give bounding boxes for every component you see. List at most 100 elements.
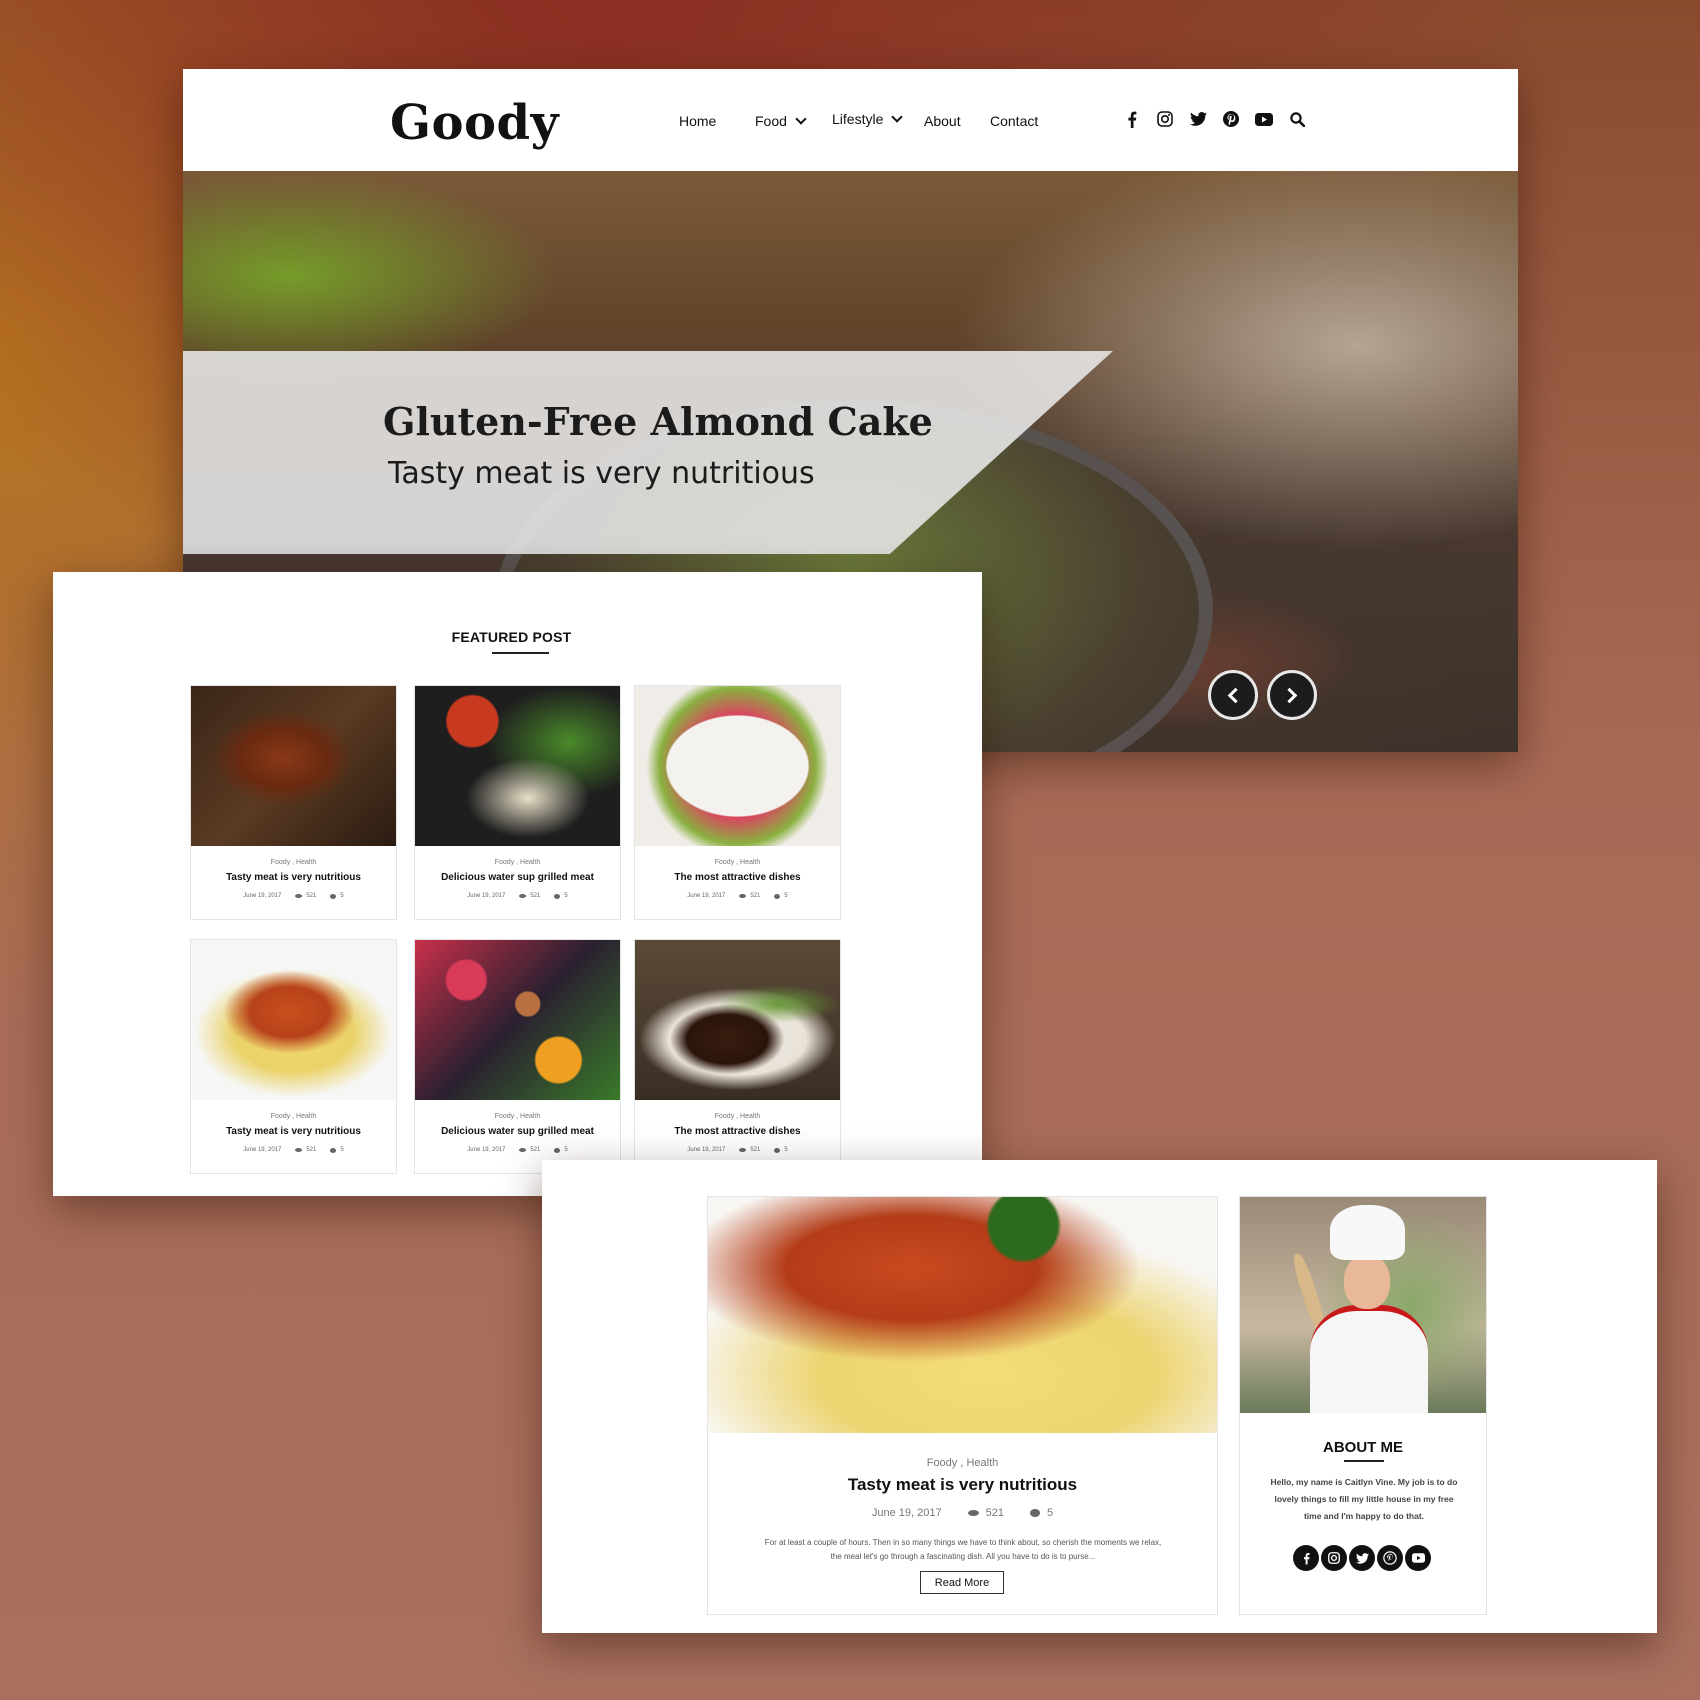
card-title[interactable]: The most attractive dishes [635,1126,840,1137]
comment-icon [554,893,561,899]
nav-item-contact[interactable]: Contact [990,113,1038,129]
comment-icon [1029,1509,1040,1517]
chef-coat-shape [1310,1305,1428,1413]
card-categories[interactable]: Foody , Health [415,1113,620,1120]
youtube-icon[interactable] [1405,1545,1431,1571]
card-categories[interactable]: Foody , Health [191,1113,396,1120]
pinterest-icon[interactable] [1377,1545,1403,1571]
card-views: 521 [530,1147,541,1153]
card-image[interactable] [635,686,840,846]
instagram-icon[interactable] [1321,1545,1347,1571]
twitter-icon[interactable] [1189,110,1207,128]
card-meta: June 19, 2017 521 5 [191,893,396,899]
twitter-icon[interactable] [1349,1545,1375,1571]
card-title[interactable]: The most attractive dishes [635,872,840,883]
post-comments: 5 [1046,1507,1054,1519]
nav-label: Home [679,113,717,129]
featured-card[interactable]: Foody , Health Delicious water sup grill… [414,939,621,1174]
card-date: June 19, 2017 [687,1147,726,1153]
card-views: 521 [750,893,761,899]
featured-card[interactable]: Foody , Health The most attractive dishe… [634,939,841,1174]
post-excerpt: For at least a couple of hours. Then in … [764,1538,1162,1561]
featured-card[interactable]: Foody , Health Tasty meat is very nutrit… [190,939,397,1174]
card-title[interactable]: Tasty meat is very nutritious [191,872,396,883]
nav-item-lifestyle[interactable]: Lifestyle [832,111,904,127]
about-bio: Hello, my name is Caitlyn Vine. My job i… [1270,1477,1458,1521]
post-image[interactable] [708,1197,1217,1433]
about-me-widget: ABOUT ME Hello, my name is Caitlyn Vine.… [1239,1196,1487,1615]
heading-underline [1344,1460,1384,1462]
card-image[interactable] [635,940,840,1100]
post-meta: June 19, 2017 521 5 [708,1507,1217,1519]
search-icon[interactable] [1288,110,1306,128]
card-categories[interactable]: Foody , Health [191,859,396,866]
card-image[interactable] [191,940,396,1100]
eye-icon [967,1510,979,1516]
card-title[interactable]: Delicious water sup grilled meat [415,872,620,883]
nav-item-about[interactable]: About [924,113,961,129]
eye-icon [739,894,747,898]
card-categories[interactable]: Foody , Health [635,859,840,866]
eye-icon [295,1148,303,1152]
chef-hat-shape [1330,1205,1405,1260]
card-meta: June 19, 2017 521 5 [415,893,620,899]
heading-underline [492,652,549,654]
nav-item-food[interactable]: Food [755,113,807,129]
read-more-button[interactable]: Read More [920,1571,1004,1594]
card-views: 521 [530,893,541,899]
pinterest-icon[interactable] [1222,110,1240,128]
chevron-down-icon [891,111,904,123]
site-logo[interactable]: Goody [390,95,559,151]
post-categories[interactable]: Foody , Health [708,1457,1217,1469]
featured-card[interactable]: Foody , Health Delicious water sup grill… [414,685,621,920]
card-meta: June 19, 2017 521 5 [635,893,840,899]
slider-prev-button[interactable] [1208,670,1258,720]
card-comments: 5 [340,893,344,899]
comment-icon [554,1147,561,1153]
card-title[interactable]: Delicious water sup grilled meat [415,1126,620,1137]
nav-item-home[interactable]: Home [679,113,716,129]
featured-card[interactable]: Foody , Health The most attractive dishe… [634,685,841,920]
card-date: June 19, 2017 [467,1147,506,1153]
card-comments: 5 [784,893,788,899]
about-photo [1240,1197,1486,1413]
card-comments: 5 [340,1147,344,1153]
hero-title[interactable]: Gluten-Free Almond Cake [383,399,933,444]
featured-card[interactable]: Foody , Health Tasty meat is very nutrit… [190,685,397,920]
card-meta: June 19, 2017 521 5 [415,1147,620,1153]
featured-posts-window: FEATURED POST Foody , Health Tasty meat … [53,572,982,1196]
header-social-icons [1123,110,1321,128]
youtube-icon[interactable] [1255,110,1273,128]
card-title[interactable]: Tasty meat is very nutritious [191,1126,396,1137]
about-social-icons [1293,1545,1431,1571]
comment-icon [774,1147,781,1153]
eye-icon [519,894,527,898]
eye-icon [295,894,303,898]
nav-label: Contact [990,113,1039,129]
nav-label: Lifestyle [832,111,884,127]
comment-icon [774,893,781,899]
card-comments: 5 [564,1147,568,1153]
instagram-icon[interactable] [1156,110,1174,128]
nav-label: About [924,113,961,129]
hero-subtitle: Tasty meat is very nutritious [388,456,815,491]
card-views: 521 [306,1147,317,1153]
card-image[interactable] [415,940,620,1100]
about-heading: ABOUT ME [1323,1439,1403,1456]
nav-label: Food [755,113,787,129]
card-categories[interactable]: Foody , Health [415,859,620,866]
slider-next-button[interactable] [1267,670,1317,720]
facebook-icon[interactable] [1123,110,1141,128]
comment-icon [330,1147,337,1153]
card-image[interactable] [415,686,620,846]
post-views: 521 [985,1507,1004,1519]
card-image[interactable] [191,686,396,846]
card-date: June 19, 2017 [243,1147,282,1153]
post-title[interactable]: Tasty meat is very nutritious [708,1475,1217,1495]
chevron-down-icon [795,113,807,125]
featured-heading: FEATURED POST [451,629,572,645]
facebook-icon[interactable] [1293,1545,1319,1571]
card-date: June 19, 2017 [687,893,726,899]
blog-post: Foody , Health Tasty meat is very nutrit… [707,1196,1218,1615]
card-categories[interactable]: Foody , Health [635,1113,840,1120]
